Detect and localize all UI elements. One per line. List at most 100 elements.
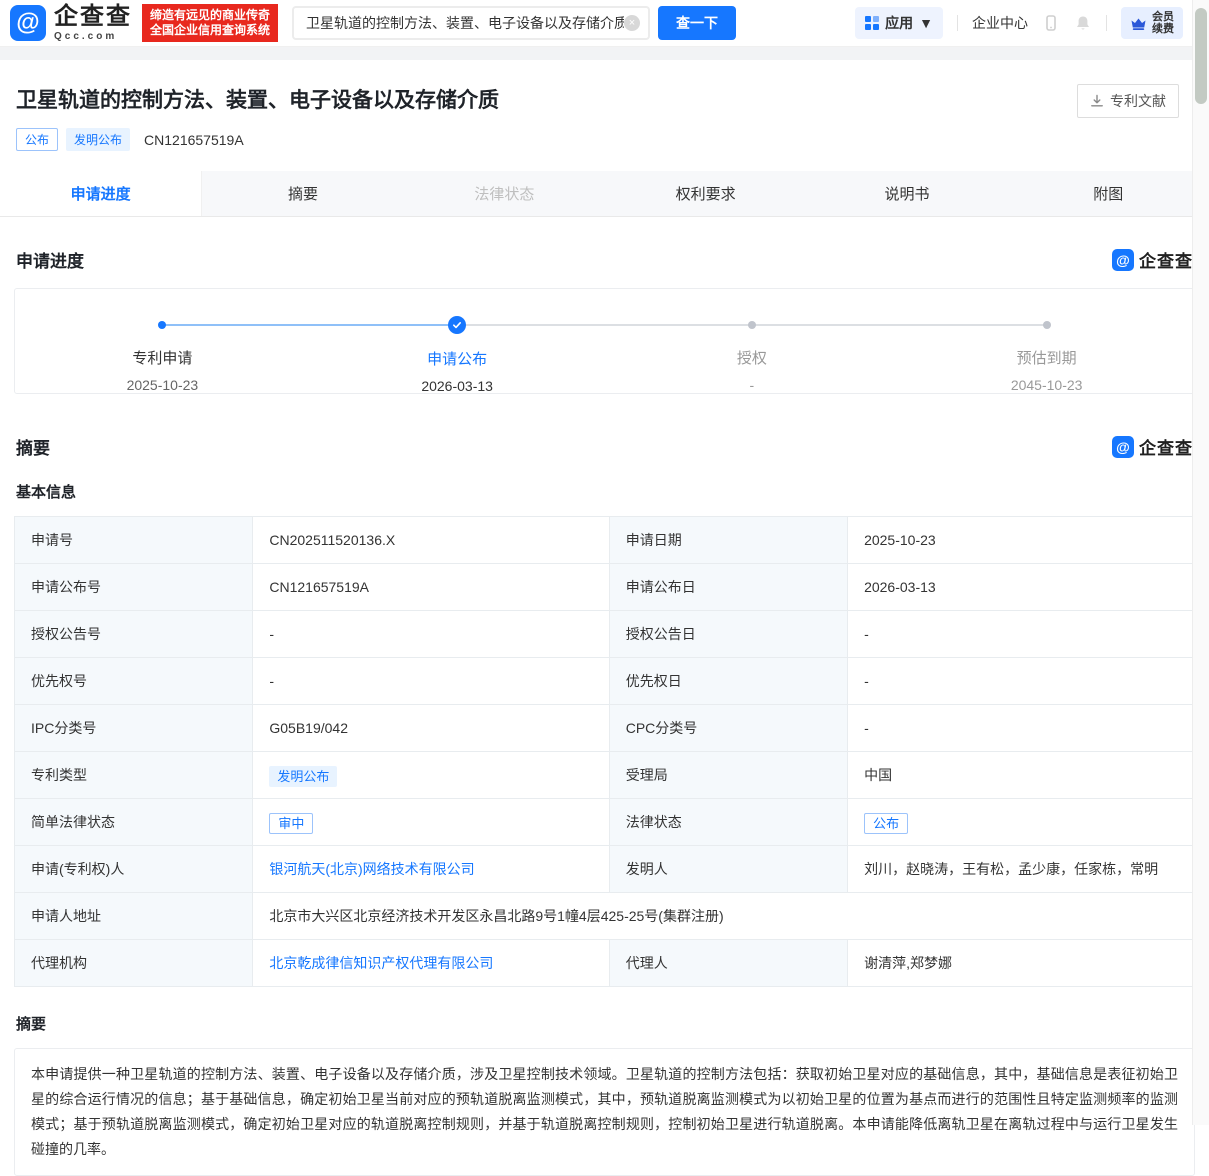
clear-search-icon[interactable]: × (624, 15, 641, 31)
notification-bell-icon[interactable] (1074, 14, 1092, 32)
step-dot (158, 320, 167, 329)
cell-label: 专利类型 (13, 751, 254, 799)
cell-value: - (847, 657, 1195, 705)
simple-legal-status-badge: 审中 (269, 812, 314, 834)
cell-value: CN202511520136.X (252, 516, 610, 564)
cell-value: 2026-03-13 (847, 563, 1195, 611)
tab-description[interactable]: 说明书 (806, 171, 1007, 216)
cell-value: CN121657519A (252, 563, 610, 611)
cell-label: 法律状态 (608, 798, 849, 846)
table-row: 优先权号 - 优先权日 - (13, 657, 1195, 705)
apps-grid-icon (865, 16, 880, 30)
legal-status-badge: 公布 (864, 812, 909, 834)
table-row: 专利类型 发明公布 受理局 中国 (13, 751, 1195, 799)
search-input-wrap: × (292, 6, 651, 40)
table-row: 代理机构 北京乾成律信知识产权代理有限公司 代理人 谢清萍,郑梦娜 (13, 939, 1195, 987)
enterprise-center-link[interactable]: 企业中心 (972, 13, 1028, 33)
cell-label: 发明人 (608, 845, 849, 893)
cell-value: 谢清萍,郑梦娜 (847, 939, 1195, 987)
patent-type-badge: 发明公布 (269, 765, 338, 787)
cell-value: - (252, 610, 610, 658)
patent-document-button[interactable]: 专利文献 (1077, 84, 1179, 118)
progress-section-title: 申请进度 (16, 252, 84, 271)
qcc-watermark: @ 企查查 (1112, 247, 1193, 272)
top-header: @ 企查查 Qcc.com 缔造有远见的商业传奇 全国企业信用查询系统 × 查一… (0, 0, 1209, 47)
download-icon (1091, 94, 1103, 107)
crown-icon (1131, 18, 1146, 30)
cell-label: 受理局 (608, 751, 849, 799)
abstract-text: 本申请提供一种卫星轨道的控制方法、装置、电子设备以及存储介质，涉及卫星控制技术领… (14, 1048, 1195, 1176)
cell-value: 北京乾成律信知识产权代理有限公司 (252, 939, 610, 987)
cell-value: 发明公布 (252, 751, 610, 799)
tab-abstract[interactable]: 摘要 (202, 171, 403, 216)
search-button[interactable]: 查一下 (658, 6, 737, 40)
cell-label: 代理机构 (13, 939, 254, 987)
patent-type-badge: 发明公布 (66, 128, 131, 151)
cell-value: - (847, 704, 1195, 752)
cell-label: 申请公布日 (608, 563, 849, 611)
tab-drawings[interactable]: 附图 (1008, 171, 1209, 216)
cell-value: 银河航天(北京)网络技术有限公司 (252, 845, 610, 893)
qcc-logo-icon: @ (10, 5, 46, 41)
cell-value: G05B19/042 (252, 704, 610, 752)
step-dot (1042, 320, 1051, 329)
apps-menu[interactable]: 应用 ▼ (855, 7, 943, 39)
status-badge: 公布 (16, 128, 59, 151)
tab-claims[interactable]: 权利要求 (605, 171, 806, 216)
brand-slogan: 缔造有远见的商业传奇 全国企业信用查询系统 (142, 4, 279, 42)
table-row: 申请人地址 北京市大兴区北京经济技术开发区永昌北路9号1幢4层425-25号(集… (13, 892, 1195, 940)
timeline-step-expiry: 预估到期 2045-10-23 (899, 289, 1194, 393)
agency-link[interactable]: 北京乾成律信知识产权代理有限公司 (269, 955, 493, 971)
cell-label: 申请人地址 (13, 892, 254, 940)
cell-value: 中国 (847, 751, 1195, 799)
table-row: 授权公告号 - 授权公告日 - (13, 610, 1195, 658)
application-timeline: 专利申请 2025-10-23 申请公布 2026-03-13 授权 - 预估到… (14, 288, 1195, 394)
qcc-watermark: @ 企查查 (1112, 434, 1193, 459)
basic-info-heading: 基本信息 (16, 484, 77, 501)
timeline-step-granted: 授权 - (605, 289, 900, 393)
cell-value: - (847, 610, 1195, 658)
table-row: 申请号 CN202511520136.X 申请日期 2025-10-23 (13, 516, 1195, 564)
check-circle-icon (448, 316, 467, 334)
summary-section-title: 摘要 (16, 439, 50, 458)
divider (957, 15, 958, 31)
divider (1106, 15, 1107, 31)
cell-label: 申请(专利权)人 (13, 845, 254, 893)
vertical-scrollbar-track (1192, 0, 1209, 1125)
cell-value: 公布 (847, 798, 1195, 846)
basic-info-table: 申请号 CN202511520136.X 申请日期 2025-10-23 申请公… (13, 516, 1195, 987)
vertical-scrollbar-thumb[interactable] (1195, 8, 1207, 104)
cell-label: 优先权号 (13, 657, 254, 705)
cell-value: 审中 (252, 798, 610, 846)
cell-label: 授权公告日 (608, 610, 849, 658)
tab-application-progress[interactable]: 申请进度 (0, 171, 203, 216)
mobile-app-icon[interactable] (1042, 14, 1060, 32)
table-row: IPC分类号 G05B19/042 CPC分类号 - (13, 704, 1195, 752)
cell-value: 刘川，赵晓涛，王有松，孟少康，任家栋，常明 (847, 845, 1195, 893)
tab-bar: 申请进度 摘要 法律状态 权利要求 说明书 附图 (0, 171, 1209, 217)
timeline-step-published: 申请公布 2026-03-13 (310, 289, 605, 394)
cell-label: 代理人 (608, 939, 849, 987)
logo-text-cn: 企查查 (54, 2, 132, 30)
cell-label: IPC分类号 (13, 704, 254, 752)
search-input[interactable] (306, 15, 625, 31)
cell-label: 申请公布号 (13, 563, 254, 611)
cell-label: 授权公告号 (13, 610, 254, 658)
table-row: 申请(专利权)人 银河航天(北京)网络技术有限公司 发明人 刘川，赵晓涛，王有松… (13, 845, 1195, 893)
cell-label: 申请号 (13, 516, 254, 564)
cell-label: 简单法律状态 (13, 798, 254, 846)
logo-text-en: Qcc.com (54, 30, 118, 42)
cell-value: - (252, 657, 610, 705)
timeline-step-filed: 专利申请 2025-10-23 (15, 289, 310, 393)
publication-number: CN121657519A (144, 131, 244, 148)
table-row: 简单法律状态 审中 法律状态 公布 (13, 798, 1195, 846)
member-renew-button[interactable]: 会员 续费 (1121, 7, 1183, 39)
table-row: 申请公布号 CN121657519A 申请公布日 2026-03-13 (13, 563, 1195, 611)
abstract-heading: 摘要 (16, 1016, 47, 1033)
tab-legal-status[interactable]: 法律状态 (404, 171, 605, 216)
qcc-watermark-icon: @ (1112, 248, 1134, 271)
qcc-logo[interactable]: @ 企查查 Qcc.com (10, 2, 132, 42)
step-dot (747, 320, 756, 329)
cell-value: 2025-10-23 (847, 516, 1195, 564)
applicant-link[interactable]: 银河航天(北京)网络技术有限公司 (269, 861, 474, 877)
